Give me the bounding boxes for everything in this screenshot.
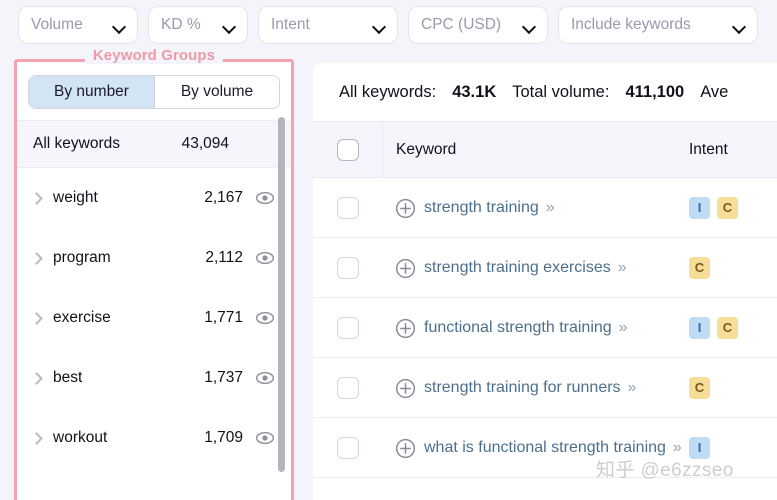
- intent-cell: IC: [689, 196, 777, 219]
- filter-label: KD %: [161, 16, 201, 33]
- plus-circle-icon[interactable]: [395, 378, 416, 399]
- keyword-link[interactable]: strength training: [424, 199, 539, 216]
- spacer-2: [496, 83, 512, 102]
- summary-bar: All keywords: 43.1K Total volume: 411,10…: [313, 63, 777, 121]
- filter-cpc-usd[interactable]: CPC (USD): [408, 6, 548, 44]
- chevron-down-icon: [523, 22, 535, 29]
- table-row[interactable]: what is functional strength training » I: [313, 418, 777, 478]
- table-row[interactable]: strength training for runners » C: [313, 358, 777, 418]
- keyword-cell: strength training for runners »: [382, 377, 689, 399]
- intent-cell: IC: [689, 316, 777, 339]
- filter-intent[interactable]: Intent: [258, 6, 398, 44]
- keyword-groups-panel: By number By volume All keywords 43,094 …: [14, 47, 294, 500]
- keyword-text-wrap: strength training for runners »: [424, 377, 637, 398]
- plus-circle-icon[interactable]: [395, 198, 416, 219]
- summary-all-keywords-label: All keywords:: [339, 82, 437, 101]
- row-checkbox[interactable]: [336, 436, 359, 459]
- spacer-1: [436, 83, 452, 102]
- double-chevron-right-icon[interactable]: »: [618, 259, 627, 277]
- keyword-link[interactable]: what is functional strength training: [424, 439, 666, 456]
- keywords-table-panel: All keywords: 43.1K Total volume: 411,10…: [313, 63, 777, 500]
- filter-label: Volume: [31, 16, 83, 33]
- plus-circle-icon[interactable]: [395, 258, 416, 279]
- filter-label: Include keywords: [571, 16, 691, 33]
- intent-badge[interactable]: C: [689, 376, 710, 399]
- keyword-text-wrap: strength training »: [424, 197, 555, 218]
- filter-label: CPC (USD): [421, 16, 502, 33]
- keyword-text-wrap: functional strength training »: [424, 317, 628, 338]
- keyword-cell: functional strength training »: [382, 317, 689, 339]
- chevron-down-icon: [373, 22, 385, 29]
- intent-badge[interactable]: I: [689, 436, 710, 459]
- intent-badge[interactable]: C: [717, 196, 738, 219]
- table-row[interactable]: strength training » I C: [313, 178, 777, 238]
- intent-badge[interactable]: I: [689, 196, 710, 219]
- keyword-link[interactable]: functional strength training: [424, 319, 612, 336]
- chevron-down-icon: [223, 22, 235, 29]
- spacer-3: [609, 83, 625, 102]
- summary-all-keywords-value: 43.1K: [452, 82, 497, 101]
- table-body: strength training» I Cstrength training ex…: [313, 178, 777, 478]
- filter-volume[interactable]: Volume: [18, 6, 138, 44]
- intent-cell: C: [689, 256, 777, 279]
- intent-badge[interactable]: I: [689, 316, 710, 339]
- double-chevron-right-icon[interactable]: »: [628, 379, 637, 397]
- column-header-intent[interactable]: Intent: [689, 141, 777, 159]
- intent-cell: I: [689, 436, 777, 459]
- summary-total-volume-label: Total volume:: [512, 82, 610, 101]
- keyword-link[interactable]: strength training for runners: [424, 379, 621, 396]
- keyword-text-wrap: what is functional strength training »: [424, 437, 682, 458]
- plus-circle-icon[interactable]: [395, 438, 416, 459]
- intent-badge[interactable]: C: [689, 256, 710, 279]
- keyword-groups-title: Keyword Groups: [84, 47, 224, 64]
- double-chevron-right-icon[interactable]: »: [619, 319, 628, 337]
- intent-badge[interactable]: C: [717, 316, 738, 339]
- row-select-cell[interactable]: [313, 316, 382, 339]
- filter-include-keywords[interactable]: Include keywords: [558, 6, 758, 44]
- keyword-cell: strength training exercises »: [382, 257, 689, 279]
- summary-average-truncated: Ave: [700, 82, 729, 101]
- row-checkbox[interactable]: [336, 376, 359, 399]
- keyword-text-wrap: strength training exercises »: [424, 257, 627, 278]
- table-row[interactable]: strength training exercises » C: [313, 238, 777, 298]
- intent-cell: C: [689, 376, 777, 399]
- double-chevron-right-icon[interactable]: »: [673, 439, 682, 457]
- double-chevron-right-icon[interactable]: »: [546, 199, 555, 217]
- filter-kd[interactable]: KD %: [148, 6, 248, 44]
- keyword-cell: what is functional strength training »: [382, 437, 689, 459]
- chevron-down-icon: [733, 22, 745, 29]
- chevron-down-icon: [113, 22, 125, 29]
- row-checkbox[interactable]: [336, 196, 359, 219]
- table-row[interactable]: functional strength training » I C: [313, 298, 777, 358]
- keyword-cell: strength training »: [382, 197, 689, 219]
- column-header-keyword[interactable]: Keyword: [383, 141, 689, 159]
- filter-label: Intent: [271, 16, 310, 33]
- table-header-row: Keyword Intent: [313, 121, 777, 178]
- keyword-magic-tool-screen: Volume KD % Intent CPC (USD) Include keyword…: [0, 0, 777, 500]
- summary-total-volume-value: 411,100: [625, 82, 685, 101]
- plus-circle-icon[interactable]: [395, 318, 416, 339]
- select-all-cell[interactable]: [313, 138, 382, 161]
- spacer-4: [684, 83, 700, 102]
- select-all-checkbox[interactable]: [336, 138, 359, 161]
- keyword-link[interactable]: strength training exercises: [424, 259, 611, 276]
- row-select-cell[interactable]: [313, 256, 382, 279]
- row-select-cell[interactable]: [313, 196, 382, 219]
- row-select-cell[interactable]: [313, 436, 382, 459]
- row-checkbox[interactable]: [336, 316, 359, 339]
- filter-bar: Volume KD % Intent CPC (USD) Include keyword…: [0, 0, 777, 50]
- keyword-groups-highlight-outline: [14, 59, 294, 500]
- row-select-cell[interactable]: [313, 376, 382, 399]
- row-checkbox[interactable]: [336, 256, 359, 279]
